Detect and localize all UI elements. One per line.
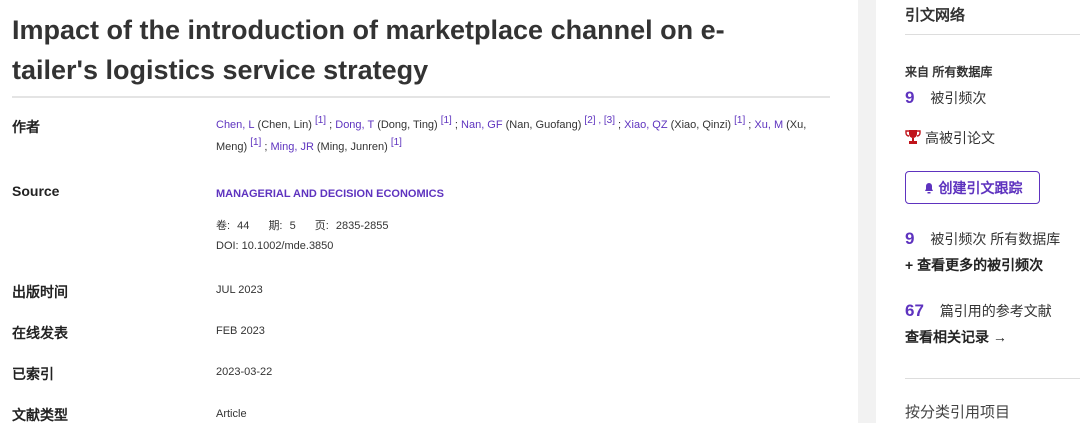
cited-references-row[interactable]: 67 篇引用的参考文献 xyxy=(905,301,1052,321)
author-link[interactable]: Dong, T xyxy=(335,119,374,131)
affiliation-ref[interactable]: [1] xyxy=(315,115,326,126)
author-separator: ; xyxy=(451,119,462,131)
pub-date-value: JUL 2023 xyxy=(216,284,263,296)
sidebar-divider-2 xyxy=(905,378,1080,379)
author-link[interactable]: Xu, M xyxy=(754,119,783,131)
cited-references-label: 篇引用的参考文献 xyxy=(939,303,1052,319)
author-full-name: (Dong, Ting) xyxy=(377,119,438,131)
volume-value: 44 xyxy=(237,220,250,232)
pub-date-label: 出版时间 xyxy=(12,284,68,300)
indexed-value: 2023-03-22 xyxy=(216,366,273,378)
author-full-name: (Xiao, Qinzi) xyxy=(670,119,732,131)
affiliation-ref[interactable]: [1] xyxy=(391,137,402,148)
pages-value: 2835-2855 xyxy=(335,220,389,232)
times-cited-count[interactable]: 9 xyxy=(905,88,914,107)
highly-cited-label: 高被引论文 xyxy=(925,130,995,146)
issue-label: 期: xyxy=(268,220,283,232)
pages-label: 页: xyxy=(314,220,329,232)
authors-list: Chen, L (Chen, Lin) [1] ; Dong, T (Dong, Ti… xyxy=(216,114,830,158)
author-link[interactable]: Nan, GF xyxy=(461,119,503,131)
journal-link[interactable]: MANAGERIAL AND DECISION ECONOMICS xyxy=(216,188,444,200)
record-title-line-1: Impact of the introduction of marketplac… xyxy=(12,15,725,45)
view-related-records-link[interactable]: 查看相关记录 → xyxy=(905,327,1007,347)
affiliation-ref[interactable]: [1] xyxy=(441,115,452,126)
panel-gutter xyxy=(858,0,876,423)
indexed-label: 已索引 xyxy=(12,366,54,382)
affiliation-ref[interactable]: [1] xyxy=(250,137,261,148)
author-full-name: (Nan, Guofang) xyxy=(505,119,582,131)
record-main-panel: Impact of the introduction of marketplac… xyxy=(0,0,858,423)
issue-value: 5 xyxy=(289,220,296,232)
doc-type-label: 文献类型 xyxy=(12,407,68,423)
author-full-name: (Ming, Junren) xyxy=(316,141,388,153)
highly-cited-row: 高被引论文 xyxy=(905,128,995,148)
author-full-name: (Chen, Lin) xyxy=(257,119,312,131)
bell-icon xyxy=(924,182,933,193)
doc-type-value: Article xyxy=(216,408,247,420)
citation-network-title: 引文网络 xyxy=(905,7,966,24)
author-separator: ; xyxy=(326,119,336,131)
source-label: Source xyxy=(12,183,60,199)
create-citation-alert-label: 创建引文跟踪 xyxy=(938,179,1023,196)
doi: DOI: 10.1002/mde.3850 xyxy=(216,240,334,252)
online-label: 在线发表 xyxy=(12,325,68,341)
affiliation-ref[interactable]: [2] , [3] xyxy=(584,115,615,126)
volume-label: 卷: xyxy=(216,220,231,232)
author-link[interactable]: Xiao, QZ xyxy=(624,119,667,131)
create-citation-alert-button[interactable]: 创建引文跟踪 xyxy=(905,171,1040,204)
online-value: FEB 2023 xyxy=(216,325,265,337)
affiliation-ref[interactable]: [1] xyxy=(734,115,745,126)
authors-label: 作者 xyxy=(12,119,40,135)
author-link[interactable]: Ming, JR xyxy=(270,141,313,153)
volume-issue-pages: 卷: 44 期: 5 页: 2835-2855 xyxy=(216,217,388,233)
author-separator: ; xyxy=(615,119,625,131)
all-db-cited-count[interactable]: 9 xyxy=(905,229,914,248)
citation-network-panel: 引文网络 来自 所有数据库 9 被引频次 高被引论文 创建引文跟踪 9 被引频次… xyxy=(876,0,1080,423)
times-cited-row[interactable]: 9 被引频次 xyxy=(905,88,986,108)
author-link[interactable]: Chen, L xyxy=(216,119,255,131)
cited-references-count[interactable]: 67 xyxy=(905,301,924,320)
from-all-databases: 来自 所有数据库 xyxy=(905,65,993,79)
times-cited-label: 被引频次 xyxy=(930,90,987,106)
sidebar-divider xyxy=(905,34,1080,35)
classification-heading: 按分类引用项目 xyxy=(905,404,1011,421)
trophy-icon xyxy=(905,130,921,144)
all-db-cited-label: 被引频次 所有数据库 xyxy=(930,231,1061,247)
all-db-cited-row[interactable]: 9 被引频次 所有数据库 xyxy=(905,229,1060,249)
record-title: Impact of the introduction of marketplac… xyxy=(12,10,812,90)
title-divider xyxy=(12,96,830,98)
record-title-line-2: tailer's logistics service strategy xyxy=(12,55,429,85)
see-more-times-cited-link[interactable]: + 查看更多的被引频次 xyxy=(905,255,1043,275)
